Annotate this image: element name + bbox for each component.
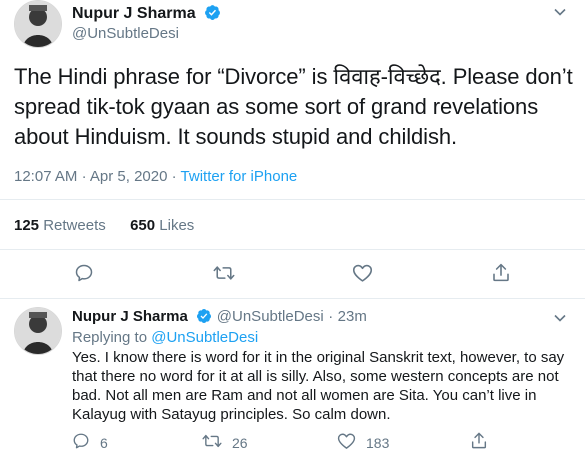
tweet-text: The Hindi phrase for “Divorce” is विवाह-… bbox=[14, 64, 573, 149]
author-avatar[interactable] bbox=[14, 0, 62, 48]
replying-to: Replying to @UnSubtleDesi bbox=[72, 329, 258, 346]
chevron-down-icon[interactable] bbox=[552, 4, 568, 25]
tweet-date[interactable]: Apr 5, 2020 bbox=[90, 168, 168, 185]
replying-to-handle[interactable]: @UnSubtleDesi bbox=[151, 329, 258, 346]
verified-badge-icon bbox=[204, 4, 221, 26]
retweet-icon[interactable] bbox=[213, 263, 235, 288]
author-name[interactable]: Nupur J Sharma bbox=[72, 5, 196, 22]
divider bbox=[0, 249, 585, 250]
reply-author-avatar[interactable] bbox=[14, 307, 62, 355]
reply-header: Nupur J Sharma @UnSubtleDesi · 23m bbox=[72, 308, 367, 329]
reply-comment-count: 6 bbox=[100, 434, 108, 451]
tweet-source[interactable]: Twitter for iPhone bbox=[181, 168, 298, 185]
meta-separator: · bbox=[171, 168, 177, 185]
share-icon[interactable] bbox=[491, 262, 511, 288]
meta-separator: · bbox=[81, 168, 87, 185]
retweets-stat[interactable]: 125 Retweets bbox=[14, 217, 110, 234]
author-header: Nupur J Sharma bbox=[72, 4, 221, 26]
divider bbox=[0, 298, 585, 299]
reply-retweet-count: 26 bbox=[232, 434, 248, 451]
retweet-icon[interactable] bbox=[202, 432, 222, 453]
likes-label: Likes bbox=[159, 217, 195, 234]
reply-like-action[interactable]: 183 bbox=[337, 432, 389, 453]
verified-badge-icon bbox=[196, 308, 212, 329]
divider bbox=[0, 199, 585, 200]
comment-icon[interactable] bbox=[74, 263, 94, 288]
share-icon[interactable] bbox=[470, 431, 488, 453]
replying-to-label: Replying to bbox=[72, 329, 148, 346]
reply-author-handle[interactable]: @UnSubtleDesi bbox=[217, 308, 324, 325]
reply-comment-action[interactable]: 6 bbox=[72, 432, 108, 453]
comment-icon[interactable] bbox=[72, 432, 90, 453]
likes-stat[interactable]: 650 Likes bbox=[130, 217, 194, 234]
likes-count: 650 bbox=[130, 217, 156, 234]
reply-author-name[interactable]: Nupur J Sharma bbox=[72, 308, 188, 325]
retweets-label: Retweets bbox=[43, 217, 106, 234]
reply-like-count: 183 bbox=[366, 434, 390, 451]
heart-icon[interactable] bbox=[337, 432, 356, 453]
retweets-count: 125 bbox=[14, 217, 40, 234]
reply-retweet-action[interactable]: 26 bbox=[202, 432, 248, 453]
tweet-stats: 125 Retweets 650 Likes bbox=[14, 217, 194, 234]
chevron-down-icon[interactable] bbox=[552, 310, 568, 331]
author-handle[interactable]: @UnSubtleDesi bbox=[72, 25, 179, 42]
tweet-time[interactable]: 12:07 AM bbox=[14, 168, 77, 185]
heart-icon[interactable] bbox=[352, 263, 373, 288]
reply-separator: · bbox=[328, 308, 334, 325]
reply-text: Yes. I know there is word for it in the … bbox=[72, 349, 565, 423]
tweet-meta: 12:07 AM · Apr 5, 2020 · Twitter for iPh… bbox=[14, 168, 297, 185]
reply-age[interactable]: 23m bbox=[338, 308, 367, 325]
